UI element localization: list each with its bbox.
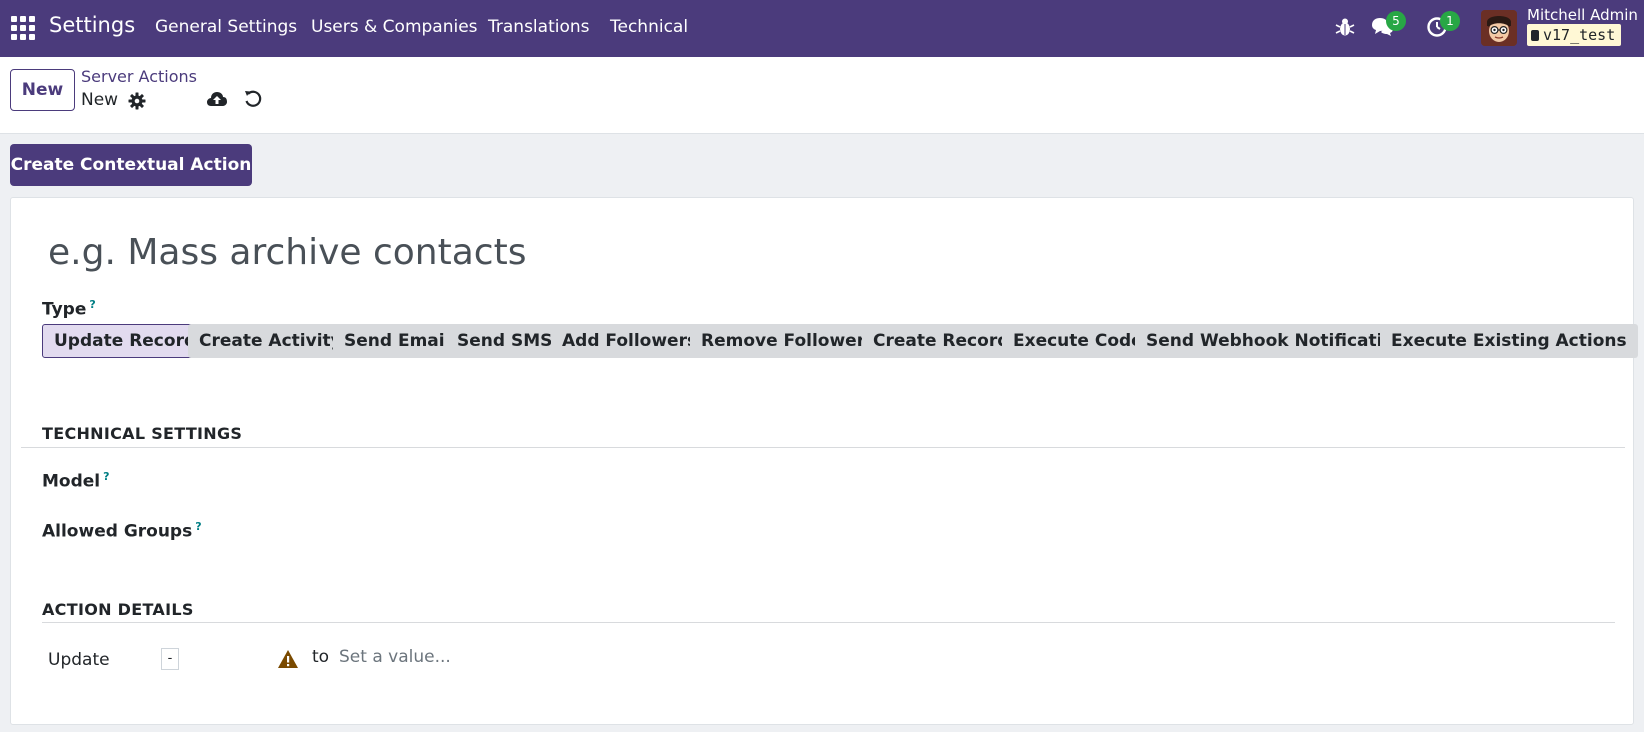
create-contextual-action-button[interactable]: Create Contextual Action: [10, 144, 252, 186]
new-record-button[interactable]: New: [10, 69, 75, 111]
model-help-icon[interactable]: ?: [103, 470, 109, 483]
allowed-groups-label: Allowed Groups?: [42, 520, 202, 542]
type-update-record[interactable]: Update Record: [42, 324, 209, 358]
control-panel: New Server Actions New: [0, 57, 1644, 134]
activities-count-badge: 1: [1440, 11, 1460, 31]
avatar-face-icon: [1481, 10, 1517, 46]
breadcrumb-server-actions[interactable]: Server Actions: [81, 67, 197, 86]
gear-icon[interactable]: [128, 92, 146, 110]
type-help-icon[interactable]: ?: [89, 298, 95, 311]
allowed-groups-help-icon[interactable]: ?: [195, 520, 201, 533]
model-label: Model?: [42, 470, 110, 492]
to-label: to: [312, 647, 330, 667]
type-send-sms[interactable]: Send SMS: [446, 324, 564, 358]
top-navbar: Settings General Settings Users & Compan…: [0, 0, 1644, 57]
app-name[interactable]: Settings: [49, 13, 135, 37]
menu-general-settings[interactable]: General Settings: [155, 17, 297, 37]
type-label: Type?: [42, 298, 96, 320]
menu-users-companies[interactable]: Users & Companies: [311, 17, 478, 37]
action-details-title: ACTION DETAILS: [42, 600, 194, 619]
menu-technical[interactable]: Technical: [610, 17, 688, 37]
app-menu-grid-icon[interactable]: [11, 16, 35, 40]
type-label-text: Type: [42, 299, 87, 320]
type-create-activity[interactable]: Create Activity: [188, 324, 353, 358]
type-create-record[interactable]: Create Record: [862, 324, 1021, 358]
database-badge: v17_test: [1527, 24, 1622, 46]
database-icon: [1531, 30, 1539, 41]
user-avatar[interactable]: [1481, 10, 1517, 46]
technical-settings-divider: [21, 447, 1625, 448]
allowed-groups-label-text: Allowed Groups: [42, 521, 193, 542]
discard-undo-icon[interactable]: [243, 89, 263, 109]
action-details-divider: [42, 622, 1615, 623]
update-field-selector[interactable]: -: [161, 648, 179, 670]
type-execute-code[interactable]: Execute Code: [1002, 324, 1154, 358]
menu-translations[interactable]: Translations: [488, 17, 590, 37]
type-execute-existing-actions[interactable]: Execute Existing Actions: [1380, 324, 1638, 358]
action-name-input[interactable]: e.g. Mass archive contacts: [48, 232, 526, 273]
save-cloud-upload-icon[interactable]: [206, 89, 228, 109]
update-label: Update: [48, 650, 110, 670]
warning-icon: [278, 650, 298, 668]
type-send-email[interactable]: Send Email: [333, 324, 462, 358]
user-name[interactable]: Mitchell Admin: [1527, 6, 1638, 24]
type-send-webhook-notification[interactable]: Send Webhook Notification: [1135, 324, 1418, 358]
model-label-text: Model: [42, 471, 101, 492]
update-value-input[interactable]: Set a value...: [339, 647, 451, 667]
debug-bug-icon[interactable]: [1334, 16, 1356, 38]
technical-settings-title: TECHNICAL SETTINGS: [42, 424, 243, 443]
database-name: v17_test: [1543, 26, 1616, 44]
breadcrumb-current-record: New: [81, 90, 119, 110]
type-add-followers[interactable]: Add Followers: [551, 324, 709, 358]
type-remove-followers[interactable]: Remove Followers: [690, 324, 887, 358]
messages-count-badge: 5: [1386, 11, 1406, 31]
form-sheet: e.g. Mass archive contacts Type? Update …: [10, 197, 1638, 725]
